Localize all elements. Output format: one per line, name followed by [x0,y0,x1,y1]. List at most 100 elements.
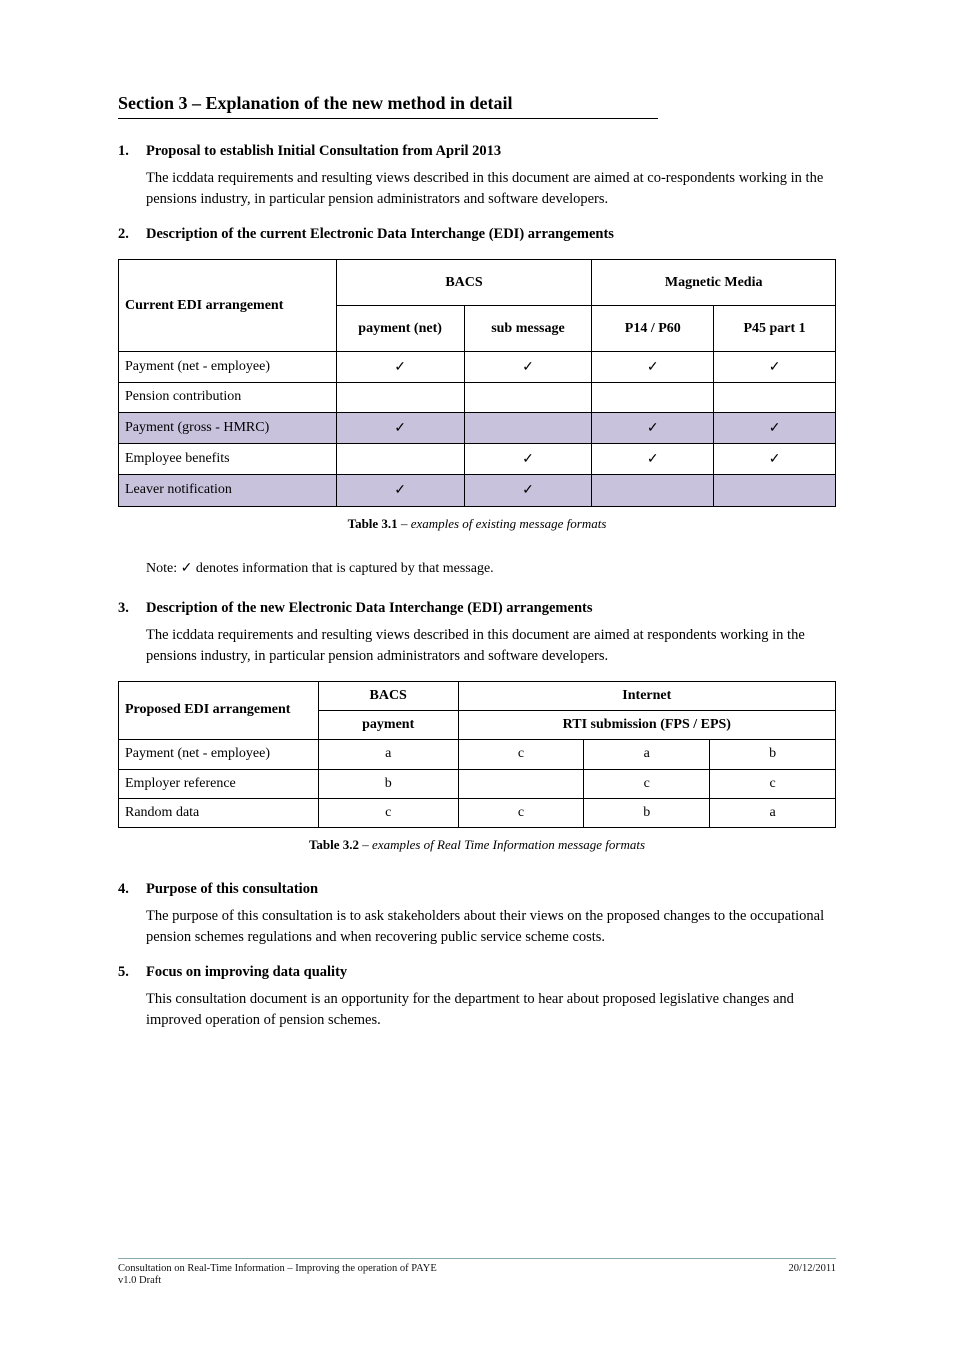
table-row: Employer referenceb cc [119,769,836,798]
t1-h-item: Current EDI arrangement [119,260,337,352]
t1-caption-label: Table 3.1 [348,516,398,531]
t1-cell: ✓ [714,352,836,383]
table-row: Payment (gross - HMRC) ✓ ✓ ✓ [119,412,836,443]
t2-row-label: Employer reference [119,769,319,798]
table-row: Pension contribution [119,383,836,412]
sec-3-title: Description of the new Electronic Data I… [146,600,592,616]
t2-h-bacs: BACS [318,681,458,710]
sec-2-num: 2. [118,224,146,245]
table-row: Payment (net - employee) ✓ ✓ ✓ ✓ [119,352,836,383]
sec-1-title: Proposal to establish Initial Consultati… [146,143,501,159]
t1-cell [592,475,714,506]
t2-row-label: Random data [119,799,319,828]
t2-cell: c [458,740,584,769]
check-icon: ✓ [769,358,781,374]
t1-cell [464,383,592,412]
t1-caption-text: – examples of existing message formats [398,516,607,531]
t2-cell: c [458,799,584,828]
check-icon: ✓ [647,450,659,466]
table-row: Payment (net - employee)acab [119,740,836,769]
check-icon: ✓ [647,358,659,374]
t1-row-label: Payment (net - employee) [119,352,337,383]
check-icon: ✓ [181,559,193,575]
footer-title: Consultation on Real-Time Information – … [118,1263,437,1274]
t2-cell: b [710,740,836,769]
t1-cell: ✓ [464,352,592,383]
table-row: Random dataccba [119,799,836,828]
t1-h-paymentnet: payment (net) [336,306,464,352]
t1-caption: Table 3.1 – examples of existing message… [118,515,836,534]
t2-h-payment: payment [318,711,458,740]
t2-cell: c [710,769,836,798]
check-icon: ✓ [394,419,406,435]
t1-h-p14: P14 / P60 [592,306,714,352]
t1-h-bacs: BACS [336,260,592,306]
t1-cell: ✓ [336,475,464,506]
sec-4-heading: 4.Purpose of this consultation [118,879,836,900]
sec-3-num: 3. [118,598,146,619]
t1-row-label: Employee benefits [119,444,337,475]
check-icon: ✓ [522,450,534,466]
t2-cell: b [318,769,458,798]
t1-h-sub: sub message [464,306,592,352]
t1-note: Note: ✓ denotes information that is capt… [118,557,836,579]
sec-2-title: Description of the current Electronic Da… [146,226,614,242]
sec-5-num: 5. [118,962,146,983]
t1-row-label: Leaver notification [119,475,337,506]
t1-cell [714,383,836,412]
t1-cell [464,412,592,443]
t1-h-p45: P45 part 1 [714,306,836,352]
note-body: denotes information that is captured by … [192,561,493,576]
t1-cell: ✓ [464,444,592,475]
heading-rule [118,118,658,119]
sec-2-heading: 2.Description of the current Electronic … [118,224,836,245]
check-icon: ✓ [394,481,406,497]
table-edi-current: Current EDI arrangement BACS Magnetic Me… [118,259,836,506]
t1-cell: ✓ [592,444,714,475]
t1-cell: ✓ [714,412,836,443]
t1-cell [336,383,464,412]
sec-1-body: The icddata requirements and resulting v… [118,168,836,210]
t2-caption-label: Table 3.2 [309,837,359,852]
t1-row-label: Payment (gross - HMRC) [119,412,337,443]
t1-cell: ✓ [336,412,464,443]
t2-cell [458,769,584,798]
t2-cell: b [584,799,710,828]
sec-4-body: The purpose of this consultation is to a… [118,906,836,948]
t2-cell: c [584,769,710,798]
check-icon: ✓ [522,358,534,374]
check-icon: ✓ [647,419,659,435]
t1-cell: ✓ [464,475,592,506]
t2-caption: Table 3.2 – examples of Real Time Inform… [118,836,836,855]
sec-3-heading: 3.Description of the new Electronic Data… [118,598,836,619]
t2-caption-text: – examples of Real Time Information mess… [359,837,645,852]
page-footer: Consultation on Real-Time Information – … [118,1258,836,1286]
table-edi-proposed: Proposed EDI arrangement BACS Internet p… [118,681,836,828]
sec-4-title: Purpose of this consultation [146,881,318,897]
sec-5-body: This consultation document is an opportu… [118,989,836,1031]
t1-cell [592,383,714,412]
sec-1-num: 1. [118,141,146,162]
t1-cell: ✓ [592,412,714,443]
sec-3-body: The icddata requirements and resulting v… [118,625,836,667]
table-row: Leaver notification ✓ ✓ [119,475,836,506]
t2-h-item: Proposed EDI arrangement [119,681,319,740]
t2-h-rti: RTI submission (FPS / EPS) [458,711,835,740]
sec-5-title: Focus on improving data quality [146,964,347,980]
t2-row-label: Payment (net - employee) [119,740,319,769]
t1-cell [336,444,464,475]
footer-date: 20/12/2011 [789,1263,836,1274]
t2-h-internet: Internet [458,681,835,710]
t1-cell: ✓ [714,444,836,475]
section-heading: Section 3 – Explanation of the new metho… [118,90,836,116]
table-row: Employee benefits ✓ ✓ ✓ [119,444,836,475]
t2-cell: c [318,799,458,828]
footer-version: v1.0 Draft [118,1275,836,1286]
check-icon: ✓ [394,358,406,374]
sec-4-num: 4. [118,879,146,900]
t1-cell [714,475,836,506]
note-lead: Note: [146,561,177,576]
check-icon: ✓ [769,419,781,435]
t2-cell: a [318,740,458,769]
t1-row-label: Pension contribution [119,383,337,412]
